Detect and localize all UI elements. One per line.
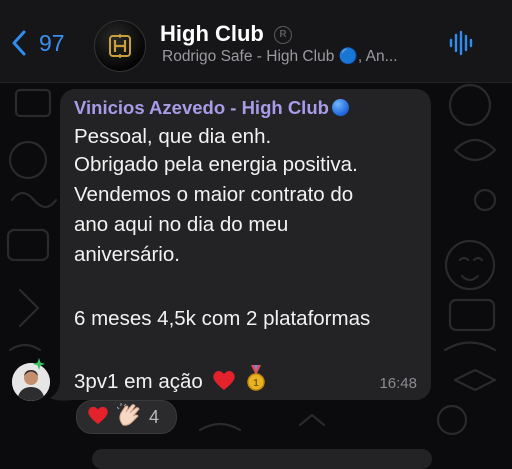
unread-count: 97 (39, 29, 65, 56)
blue-circle-emoji-icon (331, 99, 349, 116)
registered-mark-icon: R (274, 26, 292, 44)
message-line: 3pv1 em ação (74, 370, 203, 393)
message-line: Pessoal, que dia enh. (74, 125, 272, 148)
message-line: aniversário. (74, 243, 180, 266)
high-club-logo-icon (109, 34, 131, 58)
message-bubble[interactable]: Vinicios Azevedo - High Club Pessoal, qu… (60, 89, 431, 400)
sender-name[interactable]: Vinicios Azevedo - High Club (74, 97, 349, 119)
red-heart-emoji-icon (212, 369, 236, 397)
group-avatar[interactable] (94, 20, 146, 72)
reaction-count: 4 (149, 406, 160, 427)
group-title[interactable]: High Club (160, 21, 264, 47)
chat-header: 97 High Club R Rodrigo Safe - High Club … (0, 0, 512, 83)
chevron-left-icon (12, 30, 26, 56)
message-line: ano aqui no dia do meu (74, 213, 289, 236)
message-line: 6 meses 4,5k com 2 plataformas (74, 307, 371, 330)
gold-medal-emoji-icon: 1 (246, 365, 266, 397)
svg-text:1: 1 (253, 378, 259, 389)
voice-chat-icon[interactable] (448, 30, 474, 56)
group-members-subtitle[interactable]: Rodrigo Safe - High Club 🔵, An... (162, 47, 398, 66)
next-message-bubble[interactable] (92, 449, 432, 469)
sender-name-text: Vinicios Azevedo - High Club (74, 97, 329, 118)
back-button[interactable]: 97 (10, 28, 65, 58)
message-line: Obrigado pela energia positiva. (74, 153, 358, 176)
message-last-line: 3pv1 em ação 1 (74, 365, 266, 397)
sparkle-badge-icon (33, 358, 45, 370)
clapping-hands-reaction-icon[interactable] (116, 402, 143, 432)
reactions-bar[interactable]: 4 (76, 400, 177, 434)
message-line: Vendemos o maior contrato do (74, 183, 354, 206)
red-heart-reaction-icon[interactable] (87, 405, 109, 430)
message-timestamp: 16:48 (379, 375, 417, 392)
